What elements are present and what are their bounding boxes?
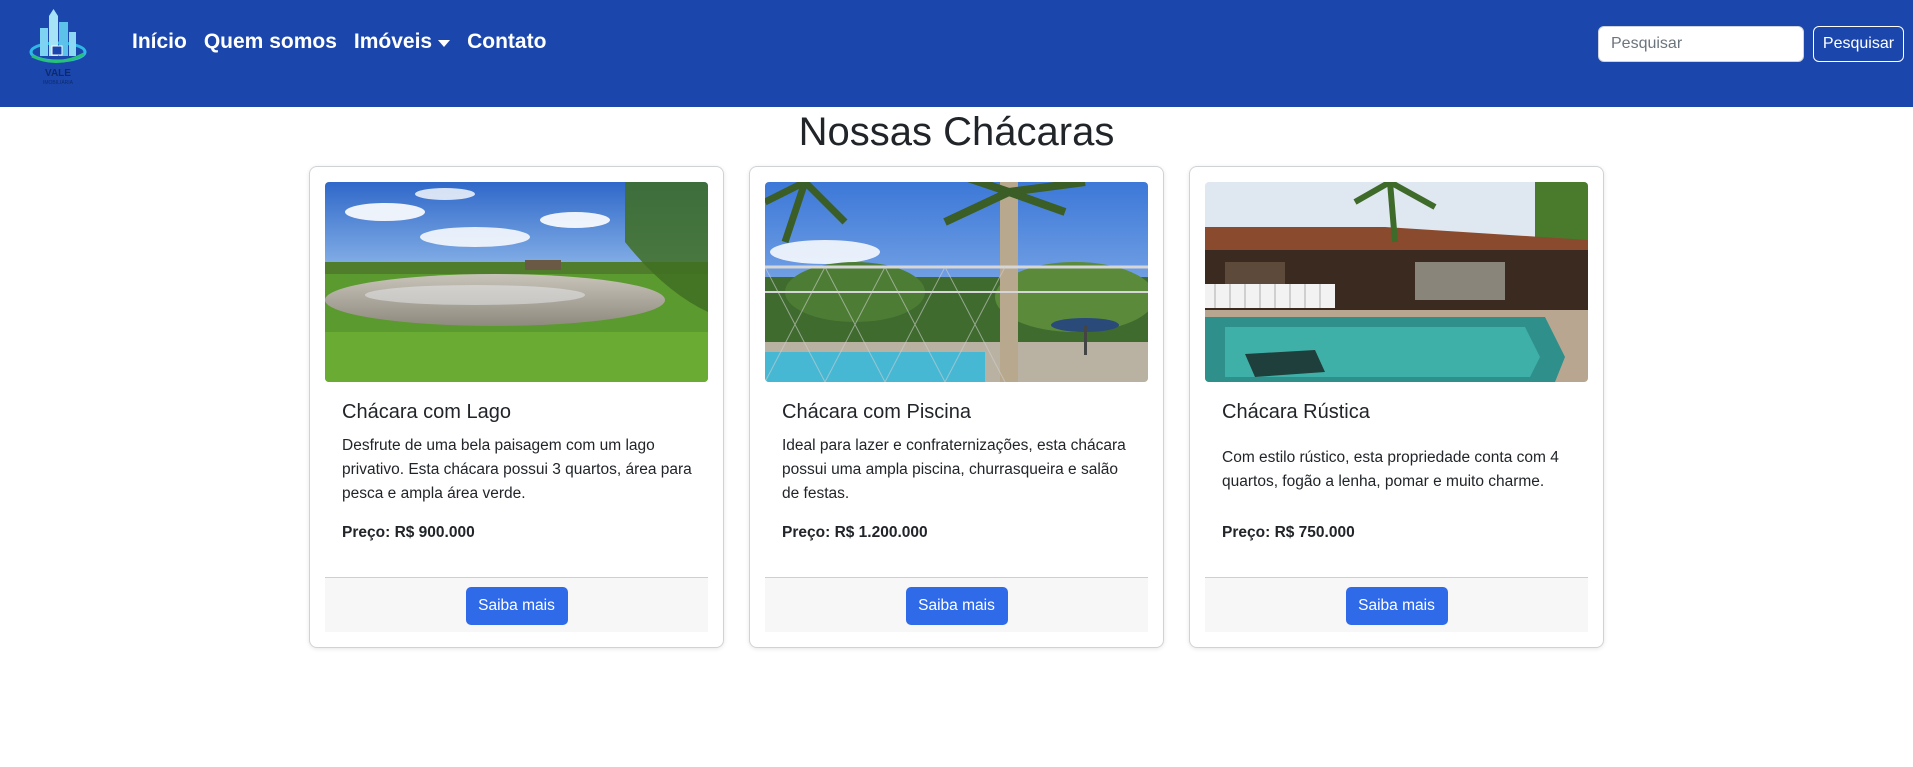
card-title: Chácara com Lago <box>342 401 511 423</box>
saiba-mais-button[interactable]: Saiba mais <box>1345 587 1448 625</box>
brand-logo[interactable]: VALE IMOBILIÁRIA <box>28 6 88 86</box>
price-label: Preço: <box>1222 524 1271 541</box>
nav-link-quem-somos[interactable]: Quem somos <box>204 30 337 54</box>
nav-links: Início Quem somos Imóveis Contato <box>132 30 563 54</box>
pool-palm-trees-photo <box>765 182 1148 382</box>
card-image[interactable] <box>1205 182 1588 382</box>
navbar: VALE IMOBILIÁRIA Início Quem somos Imóve… <box>0 0 1913 107</box>
card-footer: Saiba mais <box>325 577 708 632</box>
lake-farm-photo <box>325 182 708 382</box>
property-card-lago: Chácara com Lago Desfrute de uma bela pa… <box>309 166 724 648</box>
card-description: Com estilo rústico, esta propriedade con… <box>1222 449 1559 490</box>
caret-down-icon <box>438 39 451 47</box>
page-title: Nossas Chácaras <box>798 110 1115 154</box>
saiba-mais-button[interactable]: Saiba mais <box>465 587 568 625</box>
card-description: Desfrute de uma bela paisagem com um lag… <box>342 437 692 502</box>
card-image[interactable] <box>325 182 708 382</box>
card-footer: Saiba mais <box>765 577 1148 632</box>
card-image[interactable] <box>765 182 1148 382</box>
building-logo-icon: VALE IMOBILIÁRIA <box>29 9 87 86</box>
saiba-mais-button[interactable]: Saiba mais <box>905 587 1008 625</box>
rustic-house-pool-photo <box>1205 182 1588 382</box>
price-value: R$ 1.200.000 <box>834 524 928 541</box>
price-label: Preço: <box>342 524 391 541</box>
card-title: Chácara com Piscina <box>782 401 971 423</box>
card-price: Preço: R$ 750.000 <box>1222 524 1355 542</box>
card-price: Preço: R$ 900.000 <box>342 524 475 542</box>
price-label: Preço: <box>782 524 831 541</box>
nav-dropdown-imoveis[interactable]: Imóveis <box>354 30 451 54</box>
search-button[interactable]: Pesquisar <box>1813 26 1904 62</box>
card-price: Preço: R$ 1.200.000 <box>782 524 928 542</box>
property-card-rustica: Chácara Rústica Com estilo rústico, esta… <box>1189 166 1604 648</box>
price-value: R$ 900.000 <box>394 524 475 541</box>
card-title: Chácara Rústica <box>1222 401 1370 423</box>
brand-name: VALE <box>45 68 71 79</box>
price-value: R$ 750.000 <box>1274 524 1355 541</box>
brand-subtitle: IMOBILIÁRIA <box>43 79 74 86</box>
nav-link-contato[interactable]: Contato <box>467 30 546 54</box>
search-input[interactable] <box>1598 26 1804 62</box>
property-card-piscina: Chácara com Piscina Ideal para lazer e c… <box>749 166 1164 648</box>
card-footer: Saiba mais <box>1205 577 1588 632</box>
card-description: Ideal para lazer e confraternizações, es… <box>782 437 1126 502</box>
nav-link-inicio[interactable]: Início <box>132 30 187 54</box>
